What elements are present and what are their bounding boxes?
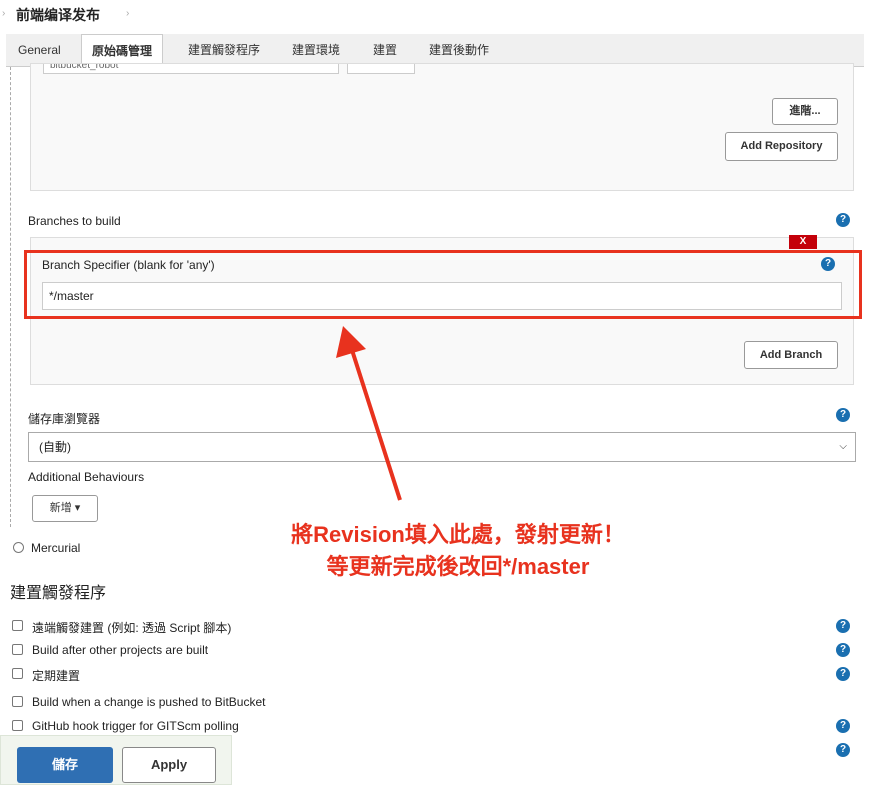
help-icon[interactable]: ? — [836, 408, 850, 422]
delete-branch-button[interactable]: X — [789, 235, 817, 249]
mercurial-radio[interactable] — [13, 542, 24, 553]
annotation-text-line2: 等更新完成後改回*/master — [326, 554, 590, 579]
trigger-periodic-label: 定期建置 — [32, 669, 81, 683]
save-button[interactable]: 儲存 — [17, 747, 113, 783]
credentials-select[interactable]: bitbucket_robot — [43, 64, 339, 74]
form-footer: 儲存 Apply — [0, 735, 232, 785]
trigger-bitbucket-push-label: Build when a change is pushed to BitBuck… — [32, 695, 266, 709]
chevron-right-icon: › — [2, 8, 6, 19]
trigger-after-projects-checkbox[interactable] — [12, 644, 23, 655]
help-icon[interactable]: ? — [836, 643, 850, 657]
help-icon[interactable]: ? — [836, 719, 850, 733]
annotation-highlight-box — [24, 250, 862, 319]
trigger-periodic-checkbox[interactable] — [12, 668, 23, 679]
repo-browser-selected: (自動) — [39, 440, 71, 454]
repo-browser-label: 儲存庫瀏覽器 — [28, 412, 101, 426]
add-repository-button[interactable]: Add Repository — [725, 132, 838, 161]
trigger-github-hook-checkbox[interactable] — [12, 720, 23, 731]
chevron-down-icon: ⌵ — [839, 441, 847, 452]
branches-heading: Branches to build — [28, 214, 121, 228]
breadcrumb-item-job[interactable]: 前端编译发布 — [16, 5, 100, 25]
help-icon[interactable]: ? — [836, 743, 850, 757]
trigger-after-projects-label: Build after other projects are built — [32, 643, 209, 657]
add-credentials-button[interactable] — [347, 64, 415, 74]
breadcrumb: › 前端编译发布 › — [0, 0, 880, 34]
mercurial-label: Mercurial — [31, 541, 81, 555]
help-icon[interactable]: ? — [836, 213, 850, 227]
config-form: bitbucket_robot 進階... Add Repository Bra… — [0, 63, 864, 785]
trigger-github-hook-label: GitHub hook trigger for GITScm polling — [32, 719, 239, 733]
add-behaviour-button[interactable]: 新增 ▾ — [32, 495, 98, 522]
trigger-bitbucket-push-checkbox[interactable] — [12, 696, 23, 707]
add-branch-button[interactable]: Add Branch — [744, 341, 838, 369]
help-icon[interactable]: ? — [836, 619, 850, 633]
trigger-remote-label: 遠端觸發建置 (例如: 透過 Script 腳本) — [32, 621, 232, 635]
additional-behaviours-label: Additional Behaviours — [28, 470, 145, 484]
advanced-button[interactable]: 進階... — [772, 98, 838, 125]
help-icon[interactable]: ? — [836, 667, 850, 681]
apply-button[interactable]: Apply — [122, 747, 216, 783]
build-triggers-title: 建置觸發程序 — [10, 585, 107, 602]
repository-panel: bitbucket_robot 進階... Add Repository — [30, 63, 854, 191]
section-divider — [10, 67, 11, 527]
annotation-text-line1: 將Revision填入此處，發射更新！ — [291, 522, 625, 547]
chevron-right-icon[interactable]: › — [126, 8, 129, 19]
repo-browser-select[interactable]: (自動) ⌵ — [28, 432, 856, 462]
trigger-remote-checkbox[interactable] — [12, 620, 23, 631]
